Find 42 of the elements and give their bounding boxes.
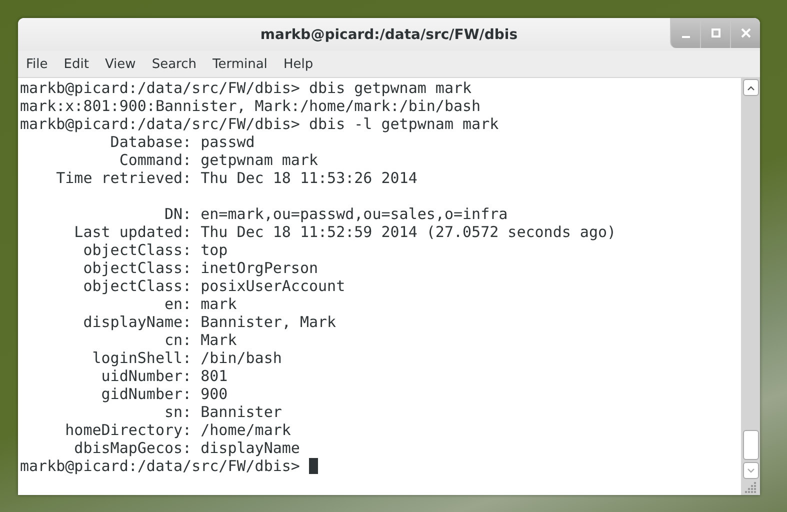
terminal-line: loginShell: /bin/bash [91, 349, 282, 367]
terminal-line: uidNumber: 801 [100, 367, 228, 385]
close-icon [740, 28, 750, 38]
window-title: markb@picard:/data/src/FW/dbis [260, 26, 518, 42]
menu-item[interactable]: View [102, 56, 144, 72]
caret-up-icon [746, 84, 754, 90]
terminal-line: mark:x:801:900:Bannister, Mark:/home/mark:/bin/bash [20, 97, 481, 115]
terminal-line: dbisMapGecos: displayName [73, 439, 300, 457]
terminal-line: cn: Mark [163, 331, 237, 349]
terminal-line: objectClass: inetOrgPerson [82, 259, 318, 277]
scroll-thumb[interactable] [742, 430, 758, 460]
menu-item[interactable]: Help [281, 56, 322, 72]
terminal-line: homeDirectory: /home/mark [64, 421, 291, 439]
terminal-line: Last updated: Thu Dec 18 11:52:59 2014 (27.0572 seconds ago) [73, 223, 616, 241]
maximize-button[interactable] [700, 18, 730, 48]
minimize-button[interactable] [670, 18, 700, 48]
terminal-line: objectClass: top [82, 241, 228, 259]
menu-item[interactable]: File [24, 56, 56, 72]
scrollbar[interactable] [741, 78, 760, 495]
terminal-line: Command: getpwnam mark [118, 151, 318, 169]
scroll-down-button[interactable] [742, 462, 758, 479]
terminal-line: markb@picard:/data/src/FW/dbis> dbis -l getpwnam mark [20, 115, 499, 133]
menu-item[interactable]: Edit [62, 56, 97, 72]
terminal-line: objectClass: posixUserAccount [82, 277, 346, 295]
terminal-line: en: mark [163, 295, 237, 313]
menu-item[interactable]: Search [150, 56, 204, 72]
menu-item[interactable]: Terminal [210, 56, 276, 72]
terminal-line: gidNumber: 900 [100, 385, 228, 403]
close-button[interactable] [730, 18, 760, 48]
shell-prompt: markb@picard:/data/src/FW/dbis> [20, 457, 301, 475]
scroll-up-button[interactable] [742, 79, 758, 96]
caret-down-icon [746, 468, 754, 474]
terminal-line: markb@picard:/data/src/FW/dbis> dbis getpwnam mark [20, 79, 472, 97]
terminal-line: displayName: Bannister, Mark [82, 313, 336, 331]
text-cursor [308, 458, 318, 474]
minimize-icon [682, 36, 690, 38]
terminal-line: Time retrieved: Thu Dec 18 11:53:26 2014 [55, 169, 418, 187]
maximize-icon [710, 28, 720, 38]
terminal-line: Database: passwd [109, 133, 255, 151]
terminal-line: sn: Bannister [163, 403, 282, 421]
terminal-line: DN: en=mark,ou=passwd,ou=sales,o=infra [163, 205, 508, 223]
resize-grip-icon[interactable] [744, 481, 756, 493]
